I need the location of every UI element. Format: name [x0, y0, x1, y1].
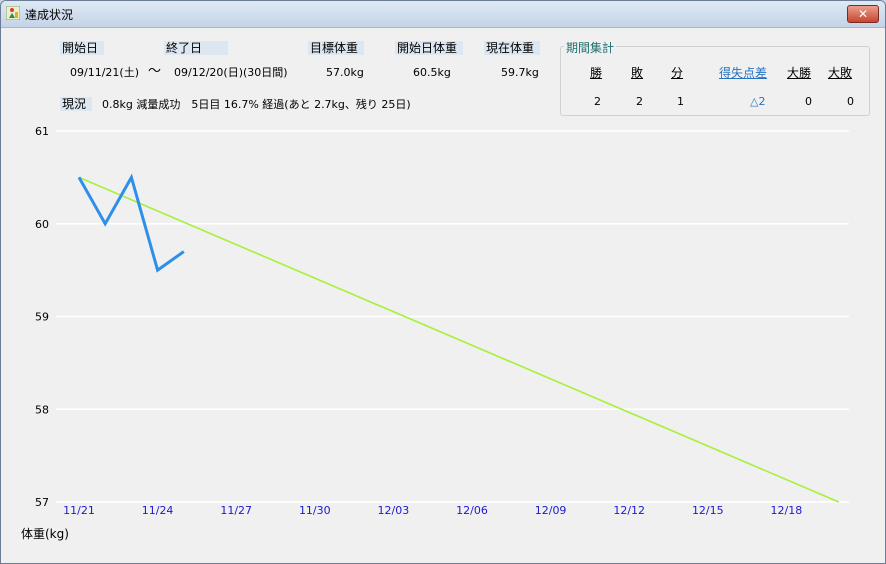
chart-series	[77, 173, 840, 503]
x-tick-label: 11/30	[299, 504, 331, 517]
x-tick-label: 12/12	[613, 504, 645, 517]
achievement-window: 達成状況 ✕ 開始日 終了日 目標体重 開始日体重 現在体重 09/11/21(…	[0, 0, 886, 564]
x-tick-label: 11/27	[220, 504, 252, 517]
y-tick-label: 59	[35, 311, 49, 324]
x-tick-label: 12/03	[378, 504, 410, 517]
x-tick-label: 11/21	[63, 504, 95, 517]
y-tick-label: 61	[35, 125, 49, 138]
chart-grid	[56, 130, 849, 503]
y-tick-label: 58	[35, 403, 49, 416]
y-axis-label: 体重(kg)	[21, 527, 69, 541]
weight-chart: 57 58 59 60 61 11/21 11/24 11/27 11/30 12/03 12/06…	[21, 125, 849, 541]
x-tick-label: 11/24	[142, 504, 174, 517]
y-tick-label: 57	[35, 496, 49, 509]
x-tick-label: 12/15	[692, 504, 724, 517]
series-line-target	[78, 176, 840, 503]
x-tick-label: 12/06	[456, 504, 488, 517]
y-tick-label: 60	[35, 218, 49, 231]
chart-ticks: 57 58 59 60 61 11/21 11/24 11/27 11/30 12/03 12/06…	[35, 125, 802, 517]
x-tick-label: 12/18	[771, 504, 803, 517]
x-tick-label: 12/09	[535, 504, 567, 517]
